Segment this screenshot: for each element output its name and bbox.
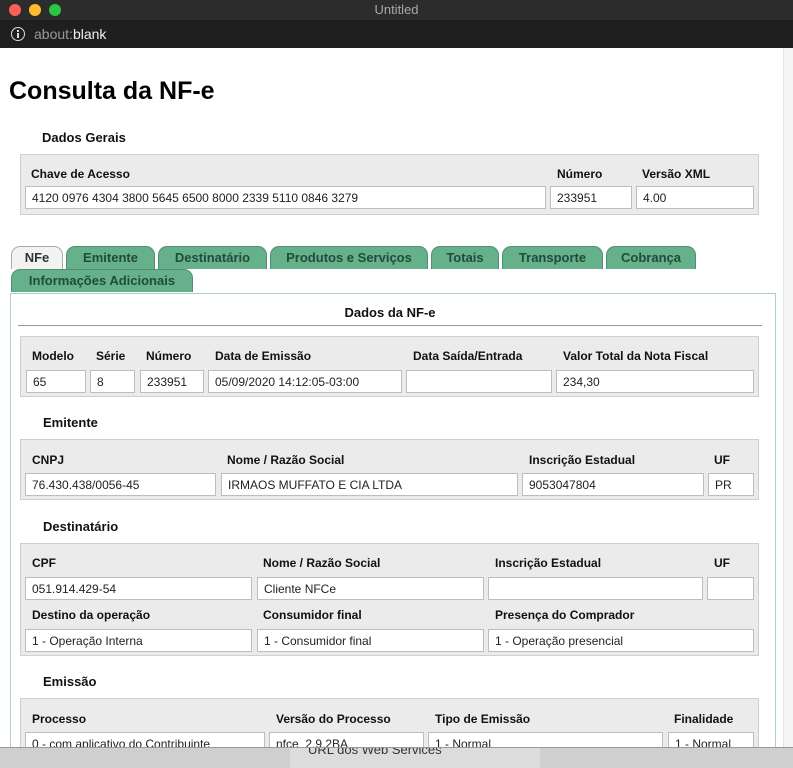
serie-field[interactable]: 8 xyxy=(90,370,135,393)
url-text[interactable]: about:blank xyxy=(34,26,106,42)
versao-xml-field[interactable]: 4.00 xyxy=(636,186,754,209)
tab-nfe[interactable]: NFe xyxy=(11,246,63,269)
destinatario-uf-label: UF xyxy=(714,556,730,570)
address-bar[interactable]: about:blank xyxy=(0,20,793,48)
panel-title: Dados da NF-e xyxy=(18,300,762,326)
modelo-label: Modelo xyxy=(32,349,74,363)
page-title: Consulta da NF-e xyxy=(9,77,215,105)
processo-label: Processo xyxy=(32,712,87,726)
destinatario-heading: Destinatário xyxy=(43,519,119,534)
data-emissao-field[interactable]: 05/09/2020 14:12:05-03:00 xyxy=(208,370,402,393)
destinatario-uf-field[interactable] xyxy=(707,577,754,600)
numero-nfe-field[interactable]: 233951 xyxy=(140,370,204,393)
emitente-heading: Emitente xyxy=(43,415,98,430)
finalidade-field[interactable]: 1 - Normal xyxy=(668,732,754,747)
emitente-nome-field[interactable]: IRMAOS MUFFATO E CIA LTDA xyxy=(221,473,518,496)
numero-nfe-label: Número xyxy=(146,349,192,363)
emitente-uf-field[interactable]: PR xyxy=(708,473,754,496)
tab-emitente[interactable]: Emitente xyxy=(66,246,155,269)
versao-xml-label: Versão XML xyxy=(642,167,711,181)
destinatario-nome-label: Nome / Razão Social xyxy=(263,556,381,570)
window-title: Untitled xyxy=(374,2,419,17)
title-bar: Untitled xyxy=(0,0,793,20)
url-scheme: about: xyxy=(34,26,73,42)
emitente-ie-label: Inscrição Estadual xyxy=(529,453,636,467)
cnpj-field[interactable]: 76.430.438/0056-45 xyxy=(25,473,216,496)
consumidor-final-field[interactable]: 1 - Consumidor final xyxy=(257,629,484,652)
info-icon[interactable] xyxy=(11,27,25,41)
data-emissao-label: Data de Emissão xyxy=(215,349,312,363)
tab-destinatario[interactable]: Destinatário xyxy=(158,246,267,269)
valor-total-label: Valor Total da Nota Fiscal xyxy=(563,349,709,363)
url-path: blank xyxy=(72,26,107,42)
emitente-nome-label: Nome / Razão Social xyxy=(227,453,345,467)
destino-operacao-field[interactable]: 1 - Operação Interna xyxy=(25,629,252,652)
tab-totais[interactable]: Totais xyxy=(431,246,499,269)
valor-total-field[interactable]: 234,30 xyxy=(556,370,754,393)
emitente-uf-label: UF xyxy=(714,453,730,467)
finalidade-label: Finalidade xyxy=(674,712,734,726)
chave-acesso-label: Chave de Acesso xyxy=(31,167,130,181)
emitente-ie-field[interactable]: 9053047804 xyxy=(522,473,704,496)
destino-operacao-label: Destino da operação xyxy=(32,608,151,622)
numero-geral-label: Número xyxy=(557,167,603,181)
destinatario-ie-field[interactable] xyxy=(488,577,703,600)
tipo-emissao-field[interactable]: 1 - Normal xyxy=(428,732,663,747)
cnpj-label: CNPJ xyxy=(32,453,65,467)
processo-field[interactable]: 0 - com aplicativo do Contribuinte xyxy=(25,732,265,747)
cpf-field[interactable]: 051.914.429-54 xyxy=(25,577,252,600)
chave-acesso-field[interactable]: 4120 0976 4304 3800 5645 6500 8000 2339 … xyxy=(25,186,546,209)
presenca-comprador-field[interactable]: 1 - Operação presencial xyxy=(488,629,754,652)
modelo-field[interactable]: 65 xyxy=(26,370,86,393)
scrollbar[interactable] xyxy=(783,48,793,747)
emissao-heading: Emissão xyxy=(43,674,97,689)
cpf-label: CPF xyxy=(32,556,56,570)
tab-informacoes-adicionais[interactable]: Informações Adicionais xyxy=(11,269,193,292)
serie-label: Série xyxy=(96,349,126,363)
tab-cobranca[interactable]: Cobrança xyxy=(606,246,696,269)
numero-geral-field[interactable]: 233951 xyxy=(550,186,632,209)
consumidor-final-label: Consumidor final xyxy=(263,608,362,622)
versao-processo-label: Versão do Processo xyxy=(276,712,391,726)
dados-gerais-heading: Dados Gerais xyxy=(42,130,126,145)
destinatario-nome-field[interactable]: Cliente NFCe xyxy=(257,577,484,600)
page-content: Consulta da NF-e Dados Gerais Chave de A… xyxy=(0,48,793,747)
tipo-emissao-label: Tipo de Emissão xyxy=(435,712,531,726)
tab-transporte[interactable]: Transporte xyxy=(502,246,603,269)
destinatario-ie-label: Inscrição Estadual xyxy=(495,556,602,570)
data-saida-entrada-field[interactable] xyxy=(406,370,552,393)
data-saida-entrada-label: Data Saída/Entrada xyxy=(413,349,523,363)
tab-produtos-servicos[interactable]: Produtos e Serviços xyxy=(270,246,428,269)
presenca-comprador-label: Presença do Comprador xyxy=(495,608,635,622)
browser-window: Untitled about:blank Consulta da NF-e Da… xyxy=(0,0,793,748)
versao-processo-field[interactable]: nfce_2.9.2BA xyxy=(269,732,424,747)
